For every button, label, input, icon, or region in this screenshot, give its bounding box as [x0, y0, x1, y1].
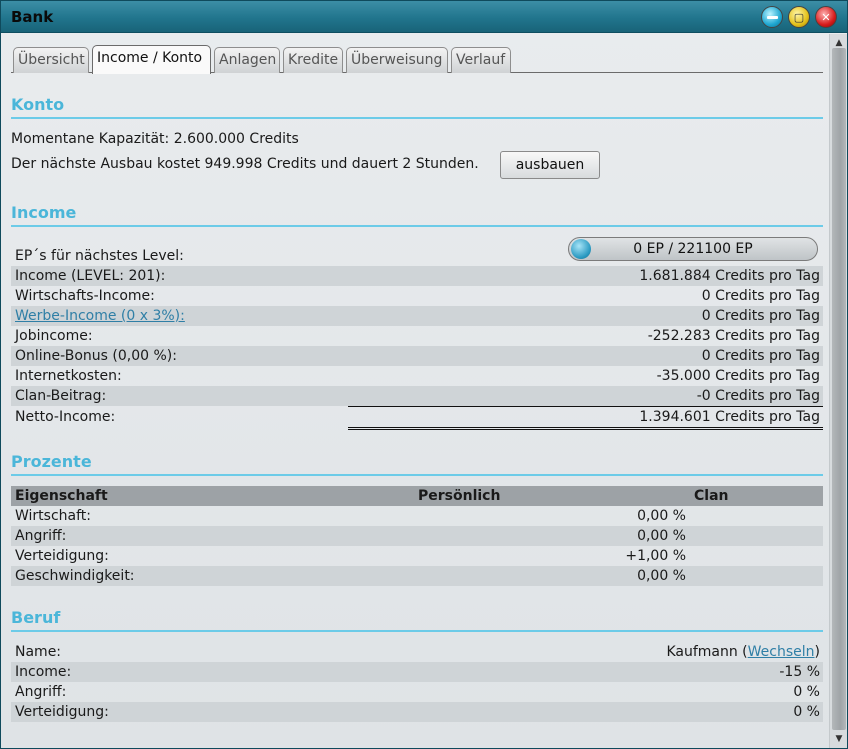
section-konto-title: Konto	[11, 95, 823, 119]
titlebar[interactable]: Bank ▢ ✕	[1, 1, 847, 33]
table-row: Wirtschafts-Income: 0 Credits pro Tag	[11, 286, 823, 306]
table-row: Angriff: 0,00 %	[11, 526, 823, 546]
prozente-label: Wirtschaft:	[15, 508, 92, 524]
prozente-personal-value: 0,00 %	[637, 508, 686, 524]
window-title: Bank	[11, 8, 54, 26]
bank-window: Bank ▢ ✕ ▲ ▼ Übersicht Income / Konto An…	[0, 0, 848, 749]
ep-value: 0 EP / 221100 EP	[633, 241, 753, 257]
prozente-label: Geschwindigkeit:	[15, 568, 135, 584]
paren-close: )	[814, 644, 820, 660]
tab-ueberweisung[interactable]: Überweisung	[346, 47, 448, 73]
tab-bar: Übersicht Income / Konto Anlagen Kredite…	[11, 45, 823, 74]
tab-income-konto[interactable]: Income / Konto	[92, 45, 211, 74]
income-value: -35.000 Credits pro Tag	[656, 368, 820, 384]
beruf-name-label: Name:	[15, 644, 62, 660]
beruf-label: Verteidigung:	[15, 704, 109, 720]
upgrade-button[interactable]: ausbauen	[500, 151, 600, 179]
close-button[interactable]: ✕	[815, 6, 837, 28]
income-label: Wirtschafts-Income:	[15, 288, 155, 304]
header-persoenlich: Persönlich	[418, 488, 501, 504]
table-row: Verteidigung: 0 %	[11, 702, 823, 722]
total-double-line	[348, 427, 823, 430]
table-row: Jobincome: -252.283 Credits pro Tag	[11, 326, 823, 346]
income-label: Clan-Beitrag:	[15, 388, 107, 404]
table-row: Online-Bonus (0,00 %): 0 Credits pro Tag	[11, 346, 823, 366]
table-row: Internetkosten: -35.000 Credits pro Tag	[11, 366, 823, 386]
income-label: Jobincome:	[15, 328, 93, 344]
table-row: Income (LEVEL: 201): 1.681.884 Credits p…	[11, 266, 823, 286]
income-label: Online-Bonus (0,00 %):	[15, 348, 177, 364]
net-income-row: Netto-Income: 1.394.601 Credits pro Tag	[11, 407, 823, 427]
ep-progress-knob	[571, 239, 591, 259]
income-value: 0 Credits pro Tag	[701, 288, 820, 304]
change-job-link[interactable]: Wechseln	[748, 644, 815, 660]
table-row: Angriff: 0 %	[11, 682, 823, 702]
net-income-label: Netto-Income:	[15, 409, 116, 425]
tab-verlauf[interactable]: Verlauf	[451, 47, 511, 73]
werbe-income-link[interactable]: Werbe-Income (0 x 3%):	[15, 306, 185, 326]
net-income-value: 1.394.601 Credits pro Tag	[639, 409, 820, 425]
prozente-personal-value: 0,00 %	[637, 568, 686, 584]
upgrade-text: Der nächste Ausbau kostet 949.998 Credit…	[11, 156, 479, 172]
beruf-value: -15 %	[779, 664, 820, 680]
capacity-text: Momentane Kapazität: 2.600.000 Credits	[11, 131, 299, 147]
ep-progress-bar: 0 EP / 221100 EP	[568, 237, 818, 261]
tab-uebersicht[interactable]: Übersicht	[13, 47, 89, 73]
section-beruf-title: Beruf	[11, 608, 823, 632]
ep-label: EP´s für nächstes Level:	[15, 248, 184, 264]
prozente-label: Angriff:	[15, 528, 67, 544]
income-value: 0 Credits pro Tag	[701, 348, 820, 364]
table-row: Verteidigung: +1,00 %	[11, 546, 823, 566]
scroll-up-icon[interactable]: ▲	[833, 38, 845, 48]
income-label: Internetkosten:	[15, 368, 122, 384]
prozente-personal-value: +1,00 %	[625, 548, 686, 564]
tab-kredite[interactable]: Kredite	[283, 47, 343, 73]
table-row: Wirtschaft: 0,00 %	[11, 506, 823, 526]
header-eigenschaft: Eigenschaft	[15, 488, 108, 504]
tab-anlagen[interactable]: Anlagen	[214, 47, 280, 73]
income-value: 1.681.884 Credits pro Tag	[639, 268, 820, 284]
beruf-name-value: Kaufmann	[666, 644, 738, 660]
beruf-value: 0 %	[793, 704, 820, 720]
minimize-button[interactable]	[761, 6, 783, 28]
beruf-label: Income:	[15, 664, 72, 680]
income-value: -252.283 Credits pro Tag	[647, 328, 820, 344]
scroll-down-icon[interactable]: ▼	[833, 734, 845, 744]
beruf-name-row: Name: Kaufmann (Wechseln)	[11, 642, 823, 662]
section-income-title: Income	[11, 203, 823, 227]
beruf-name-value-group: Kaufmann (Wechseln)	[666, 642, 820, 662]
beruf-value: 0 %	[793, 684, 820, 700]
table-row: Geschwindigkeit: 0,00 %	[11, 566, 823, 586]
vertical-scrollbar[interactable]: ▲ ▼	[829, 34, 847, 748]
prozente-table-header: Eigenschaft Persönlich Clan	[11, 486, 823, 506]
maximize-button[interactable]: ▢	[788, 6, 810, 28]
bank-content: Übersicht Income / Konto Anlagen Kredite…	[11, 34, 823, 748]
section-prozente-title: Prozente	[11, 452, 823, 476]
table-row: Werbe-Income (0 x 3%): 0 Credits pro Tag	[11, 306, 823, 326]
income-label: Income (LEVEL: 201):	[15, 268, 166, 284]
werbe-income-link-text[interactable]: Werbe-Income (0 x 3%):	[15, 308, 185, 324]
beruf-label: Angriff:	[15, 684, 67, 700]
table-row: Income: -15 %	[11, 662, 823, 682]
prozente-label: Verteidigung:	[15, 548, 109, 564]
income-value: 0 Credits pro Tag	[701, 308, 820, 324]
scroll-thumb[interactable]	[832, 48, 846, 730]
table-row: Clan-Beitrag: -0 Credits pro Tag	[11, 386, 823, 406]
prozente-personal-value: 0,00 %	[637, 528, 686, 544]
income-value: -0 Credits pro Tag	[696, 388, 820, 404]
header-clan: Clan	[694, 488, 729, 504]
